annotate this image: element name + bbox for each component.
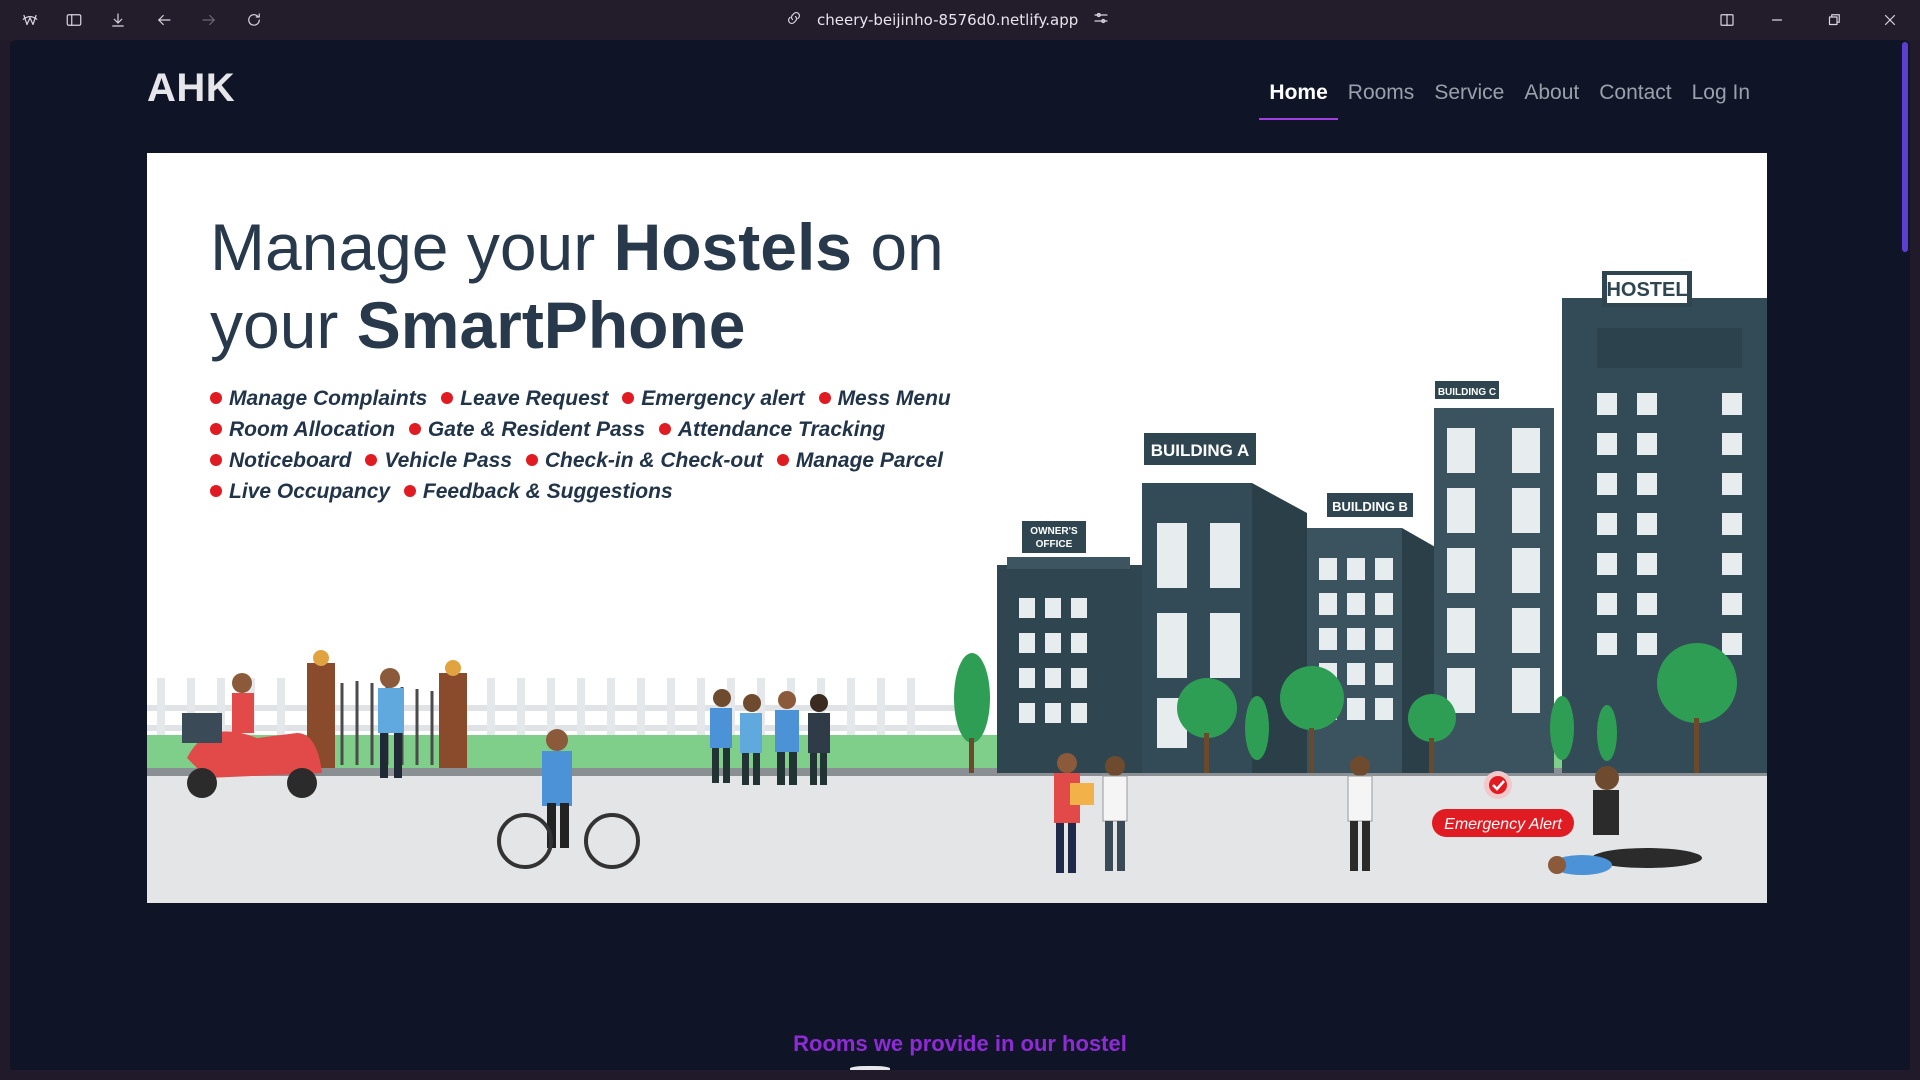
link-icon [785, 9, 803, 31]
owners-office-sign-line2: OFFICE [1036, 539, 1073, 550]
building-b-sign: BUILDING B [1332, 499, 1408, 514]
feature-item: Vehicle Pass [384, 449, 512, 472]
split-view-icon[interactable] [1715, 8, 1739, 32]
feature-item: Mess Menu [837, 387, 951, 410]
bullet-dot [210, 485, 222, 497]
feature-item: Noticeboard [229, 449, 352, 472]
address-bar[interactable]: cheery-beijinho-8576d0.netlify.app [785, 0, 1110, 40]
site-logo[interactable]: AHK [147, 66, 235, 111]
feature-item: Room Allocation [229, 418, 396, 441]
nav-contact[interactable]: Contact [1589, 80, 1681, 120]
feature-item: Attendance Tracking [677, 418, 886, 441]
feature-line: Noticeboard Vehicle Pass Check-in & Chec… [210, 445, 1010, 476]
hero-banner: HOSTEL BUILDING A BUILDING B BUILDING C … [147, 153, 1767, 903]
building-a-sign: BUILDING A [1151, 441, 1250, 460]
bullet-dot [210, 392, 222, 404]
back-icon[interactable] [152, 8, 176, 32]
page-viewport: AHK Home Rooms Service About Contact Log… [10, 40, 1910, 1070]
sidebar-icon[interactable] [62, 8, 86, 32]
bullet-dot [818, 392, 831, 404]
feature-item: Leave Request [460, 387, 609, 410]
browser-toolbar: cheery-beijinho-8576d0.netlify.app [0, 0, 1920, 40]
hostel-sign: HOSTEL [1606, 279, 1687, 301]
bullet-dot [525, 454, 538, 466]
tune-icon[interactable] [1092, 9, 1110, 31]
bullet-dot [658, 423, 671, 435]
browser-logo-icon[interactable] [18, 8, 42, 32]
feature-list: Manage Complaints Leave Request Emergenc… [210, 383, 1010, 507]
feature-item: Gate & Resident Pass [427, 418, 645, 441]
bullet-dot [441, 392, 454, 404]
download-icon[interactable] [106, 8, 130, 32]
feature-line: Live Occupancy Feedback & Suggestions [210, 476, 1010, 507]
rooms-section-title: Rooms we provide in our hostel [793, 1031, 1127, 1056]
reload-icon[interactable] [242, 8, 266, 32]
nav-login[interactable]: Log In [1682, 80, 1760, 120]
nav-service[interactable]: Service [1424, 80, 1514, 120]
hero-title: Manage your Hostels on your SmartPhone [210, 208, 944, 364]
feature-item: Live Occupancy [229, 480, 391, 503]
feature-line: Manage Complaints Leave Request Emergenc… [210, 383, 1010, 414]
bullet-dot [403, 485, 416, 497]
bullet-dot [776, 454, 789, 466]
feature-item: Emergency alert [641, 387, 805, 410]
minimize-icon[interactable] [1765, 8, 1789, 32]
feature-item: Manage Complaints [229, 387, 428, 410]
close-icon[interactable] [1878, 8, 1902, 32]
section-icon-cutoff [850, 1066, 890, 1070]
page-scrollbar[interactable] [1902, 42, 1908, 252]
feature-item: Feedback & Suggestions [422, 480, 673, 503]
main-nav: Home Rooms Service About Contact Log In [1259, 80, 1760, 120]
hero-title-line1: Manage your Hostels on [210, 210, 944, 284]
nav-rooms[interactable]: Rooms [1338, 80, 1425, 120]
bullet-dot [365, 454, 378, 466]
bullet-dot [622, 392, 635, 404]
bullet-dot [210, 454, 222, 466]
url-text[interactable]: cheery-beijinho-8576d0.netlify.app [817, 11, 1078, 29]
feature-item: Check-in & Check-out [544, 449, 764, 472]
nav-home[interactable]: Home [1259, 80, 1338, 120]
restore-icon[interactable] [1822, 8, 1846, 32]
emergency-alert-badge: Emergency Alert [1444, 816, 1562, 833]
feature-line: Room Allocation Gate & Resident Pass Att… [210, 414, 1010, 445]
forward-icon[interactable] [197, 8, 221, 32]
bullet-dot [408, 423, 421, 435]
owners-office-sign-line1: OWNER'S [1030, 526, 1078, 537]
nav-about[interactable]: About [1514, 80, 1589, 120]
bullet-dot [210, 423, 222, 435]
hero-title-line2: your SmartPhone [210, 288, 746, 362]
building-c-sign: BUILDING C [1438, 387, 1496, 398]
feature-item: Manage Parcel [795, 449, 943, 472]
